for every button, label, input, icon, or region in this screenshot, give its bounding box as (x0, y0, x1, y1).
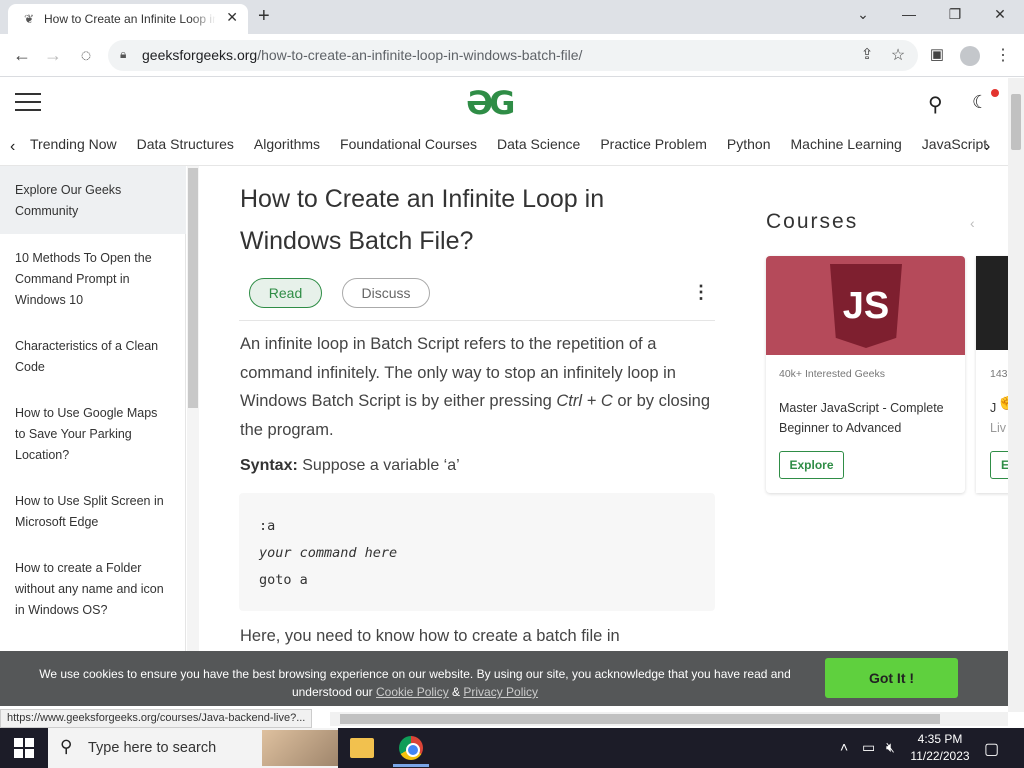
nav-item-javascript[interactable]: JavaScript (922, 136, 987, 152)
search-highlight-image (262, 730, 338, 766)
loading-stop-icon[interactable]: ◌ (75, 45, 97, 66)
search-icon[interactable]: ⚲ (928, 92, 943, 117)
article-title: How to Create an Infinite Loop in Window… (240, 185, 605, 255)
chrome-icon[interactable] (399, 736, 423, 760)
nav-item-python[interactable]: Python (727, 136, 771, 152)
forward-icon[interactable]: → (42, 45, 64, 66)
volume-muted-icon[interactable]: 🔇︎ (886, 739, 895, 756)
restore-icon[interactable]: ❐ (945, 6, 965, 23)
share-icon[interactable]: ⇪ (856, 45, 878, 63)
notifications-icon[interactable]: ▢ (984, 739, 999, 759)
cookie-accept-button[interactable]: Got It ! (825, 658, 958, 698)
page-scrollbar-thumb[interactable] (1011, 94, 1021, 150)
category-nav: ‹ Trending Now Data Structures Algorithm… (0, 130, 1008, 166)
cookie-text: We use cookies to ensure you have the be… (39, 667, 791, 699)
sidebar-item-open-command-prompt[interactable]: 10 Methods To Open the Command Prompt in… (0, 248, 186, 311)
taskbar-search-box[interactable]: ⚲ Type here to search (48, 728, 338, 768)
active-app-indicator (393, 764, 429, 767)
browser-tab[interactable]: ❦ How to Create an Infinite Loop in Wind… (8, 4, 248, 34)
code-line: goto a (259, 572, 308, 588)
lock-icon: 🔒︎ (120, 47, 127, 61)
dark-mode-moon-icon[interactable]: ☾ (972, 92, 988, 113)
system-clock[interactable]: 4:35 PM 11/22/2023 (908, 731, 972, 765)
courses-heading: Courses (766, 210, 859, 233)
read-tab-button[interactable]: Read (249, 278, 322, 308)
minimize-icon[interactable]: — (899, 6, 919, 22)
course-thumbnail: JS (766, 256, 965, 355)
code-block: :a your command here goto a (239, 493, 715, 611)
gfg-favicon-icon: ❦ (24, 12, 35, 26)
nav-item-practice-problem[interactable]: Practice Problem (600, 136, 707, 152)
sidebar-item-split-screen-edge[interactable]: How to Use Split Screen in Microsoft Edg… (0, 491, 186, 533)
article-intro-paragraph: An infinite loop in Batch Script refers … (240, 335, 710, 439)
taskbar-search-placeholder: Type here to search (88, 740, 217, 756)
windows-start-icon[interactable] (14, 738, 34, 758)
nav-left-chevron-icon[interactable]: ‹ (10, 138, 15, 156)
menu-kebab-icon[interactable]: ⋮ (992, 45, 1014, 65)
privacy-policy-link[interactable]: Privacy Policy (463, 685, 538, 699)
page-scrollbar[interactable] (1008, 78, 1024, 712)
article-paragraph: Here, you need to know how to create a b… (240, 627, 620, 645)
sidebar-item-explore-community[interactable]: Explore Our Geeks Community (0, 166, 186, 234)
nav-item-data-structures[interactable]: Data Structures (137, 136, 234, 152)
code-line: :a (259, 518, 276, 534)
nav-item-algorithms[interactable]: Algorithms (254, 136, 320, 152)
nav-item-foundational-courses[interactable]: Foundational Courses (340, 136, 477, 152)
new-tab-button[interactable]: + (258, 5, 270, 28)
nav-item-trending-now[interactable]: Trending Now (30, 136, 117, 152)
side-panel-icon[interactable]: ▣ (926, 45, 948, 63)
code-line: your command here (259, 545, 398, 561)
explore-button[interactable]: Explore (779, 451, 844, 479)
related-articles-sidebar: Explore Our Geeks Community 10 Methods T… (0, 166, 186, 652)
javascript-logo: JS (830, 264, 902, 348)
course-title[interactable]: Master JavaScript - Complete Beginner to… (779, 398, 959, 438)
notification-dot (991, 89, 999, 97)
course-interest-count: 40k+ Interested Geeks (779, 368, 885, 380)
network-icon[interactable]: ▭ (862, 739, 875, 756)
horizontal-scrollbar-thumb[interactable] (340, 714, 940, 724)
clock-date: 11/22/2023 (910, 749, 970, 763)
clock-time: 4:35 PM (917, 732, 963, 746)
close-tab-icon[interactable]: ✕ (226, 9, 238, 26)
tab-title: How to Create an Infinite Loop in Window… (44, 12, 216, 26)
address-bar[interactable]: 🔒︎ geeksforgeeks.org/how-to-create-an-in… (108, 40, 918, 71)
file-explorer-icon[interactable] (350, 738, 374, 758)
course-interest-count: 143 (990, 368, 1008, 380)
url-text: geeksforgeeks.org/how-to-create-an-infin… (142, 47, 583, 63)
nav-item-data-science[interactable]: Data Science (497, 136, 580, 152)
nav-item-machine-learning[interactable]: Machine Learning (791, 136, 902, 152)
close-window-icon[interactable]: ✕ (990, 6, 1010, 23)
divider (239, 320, 715, 321)
search-icon: ⚲ (60, 737, 73, 756)
sidebar-scrollbar-thumb[interactable] (188, 168, 198, 408)
sidebar-item-clean-code[interactable]: Characteristics of a Clean Code (0, 336, 186, 378)
profile-avatar-icon[interactable] (960, 46, 980, 66)
gfg-logo[interactable]: ƏG (466, 84, 515, 122)
sidebar-item-folder-without-name[interactable]: How to create a Folder without any name … (0, 558, 186, 621)
status-bar-url: https://www.geeksforgeeks.org/courses/Ja… (0, 709, 313, 728)
hamburger-menu-icon[interactable] (15, 93, 41, 111)
courses-prev-chevron-icon[interactable]: ‹ (970, 215, 975, 231)
discuss-tab-button[interactable]: Discuss (342, 278, 430, 308)
article-options-kebab-icon[interactable]: ⋮ (692, 282, 710, 303)
tab-search-icon[interactable]: ⌄ (853, 6, 873, 23)
back-icon[interactable]: ← (11, 45, 33, 66)
course-card[interactable]: JS 40k+ Interested Geeks Master JavaScri… (766, 256, 965, 493)
syntax-line: Syntax: Suppose a variable ‘a’ (240, 457, 460, 474)
cookie-policy-link[interactable]: Cookie Policy (376, 685, 449, 699)
nav-right-chevron-icon[interactable]: › (985, 138, 990, 156)
sidebar-item-google-maps-parking[interactable]: How to Use Google Maps to Save Your Park… (0, 403, 186, 466)
show-hidden-icons-chevron-icon[interactable]: ˄ (840, 739, 848, 755)
bookmark-star-icon[interactable]: ☆ (887, 45, 909, 65)
